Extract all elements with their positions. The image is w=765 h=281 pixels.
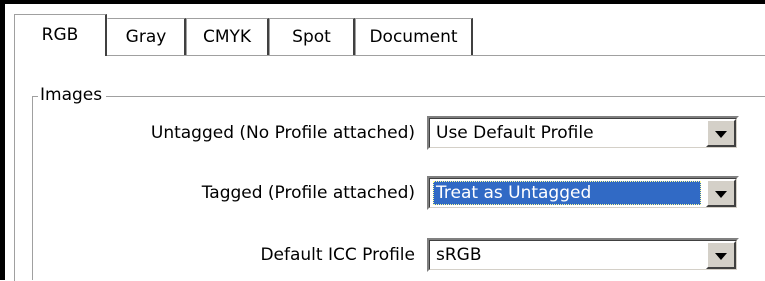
chevron-down-icon: [715, 191, 727, 198]
untagged-profile-select[interactable]: Use Default Profile: [427, 116, 739, 150]
tab-cmyk[interactable]: CMYK: [186, 18, 269, 56]
images-group-legend: Images: [38, 84, 107, 106]
untagged-label: Untagged (No Profile attached): [150, 123, 415, 143]
dropdown-button[interactable]: [706, 241, 736, 269]
default-icc-label: Default ICC Profile: [260, 245, 415, 265]
default-icc-profile-select[interactable]: sRGB: [427, 238, 739, 272]
tab-gray-label: Gray: [125, 27, 167, 47]
chevron-down-icon: [715, 131, 727, 138]
tab-spot-label: Spot: [292, 27, 331, 47]
tagged-label: Tagged (Profile attached): [201, 183, 415, 203]
tab-rgb[interactable]: RGB: [14, 14, 107, 56]
tab-gray[interactable]: Gray: [107, 18, 186, 56]
untagged-profile-value: Use Default Profile: [436, 123, 594, 143]
default-icc-profile-value: sRGB: [436, 245, 482, 265]
tab-document-label: Document: [369, 27, 458, 47]
tagged-profile-value: Treat as Untagged: [433, 181, 701, 205]
tab-rgb-label: RGB: [41, 25, 79, 45]
tab-strip-divider: [107, 55, 765, 56]
tagged-profile-select[interactable]: Treat as Untagged: [427, 176, 739, 210]
tab-document[interactable]: Document: [355, 18, 473, 56]
tab-spot[interactable]: Spot: [269, 18, 355, 56]
dropdown-button[interactable]: [706, 119, 736, 147]
tab-cmyk-label: CMYK: [202, 27, 252, 47]
dropdown-button[interactable]: [706, 179, 736, 207]
panel-left-edge: [14, 56, 15, 281]
chevron-down-icon: [715, 253, 727, 260]
